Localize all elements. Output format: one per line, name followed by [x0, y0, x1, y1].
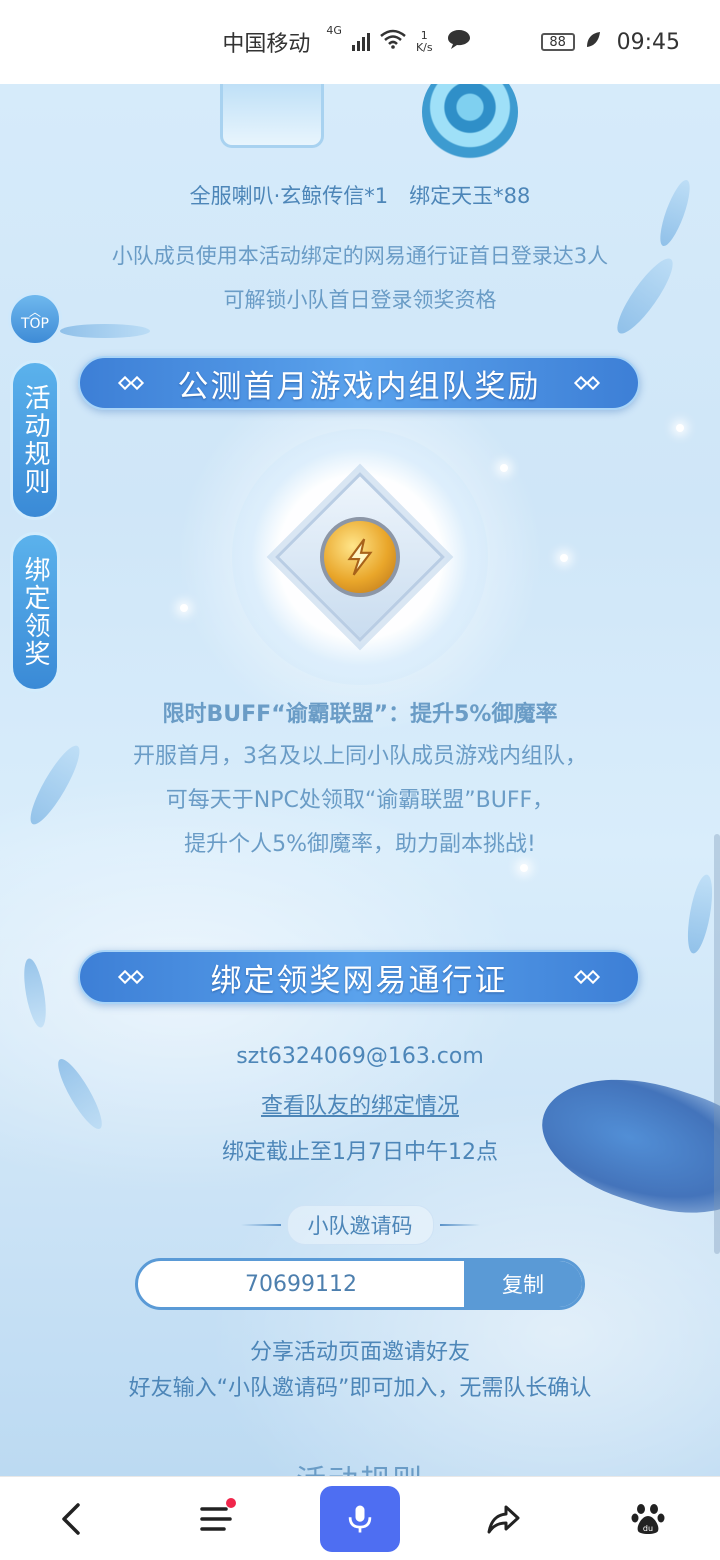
fish-decoration: [683, 872, 717, 956]
invite-code-box: 70699112 复制: [135, 1258, 585, 1310]
notification-dot: [226, 1497, 236, 1508]
diamond-ornament-icon: [572, 969, 602, 985]
network-speed: 1 K/s: [416, 30, 433, 54]
rules-section-title: 活动规则: [0, 1456, 720, 1476]
status-bar: 中国移动 4G 1 K/s 88 09:45: [0, 0, 720, 84]
team-reward-title: 公测首月游戏内组队奖励: [177, 368, 541, 405]
fish-decoration: [20, 956, 50, 1030]
back-to-top-label: TOP: [20, 316, 49, 332]
reward-item-horn: [220, 84, 324, 148]
share-hint-line1: 分享活动页面邀请好友: [249, 1340, 470, 1365]
leaf-icon: [585, 30, 601, 55]
buff-desc-line2: 可每天于NPC处领取“谕霸联盟”BUFF，: [165, 788, 555, 813]
svg-text:du: du: [643, 1524, 653, 1533]
sparkle-decoration: [560, 554, 568, 562]
buff-desc-line1: 开服首月，3名及以上同小队成员游戏内组队，: [133, 744, 587, 769]
buff-title: 限时BUFF“谕霸联盟”：提升5%御魔率: [162, 702, 558, 727]
sparkle-decoration: [500, 464, 508, 472]
unlock-condition-line1: 小队成员使用本活动绑定的网易通行证首日登录达3人: [111, 244, 609, 268]
sparkle-decoration: [180, 604, 188, 612]
bind-reward-side-tab[interactable]: 绑定领奖: [10, 532, 60, 692]
clock: 09:45: [616, 29, 680, 55]
rules-side-tab[interactable]: 活动规则: [10, 360, 60, 520]
ornament-line: [240, 1224, 281, 1226]
buff-desc-line3: 提升个人5%御魔率，助力副本挑战!: [184, 832, 536, 857]
share-hint-line2: 好友输入“小队邀请码”即可加入，无需队长确认: [128, 1376, 592, 1401]
scrollbar[interactable]: [714, 834, 720, 1254]
invite-code-label: 小队邀请码: [286, 1205, 434, 1245]
diamond-ornament-icon: [116, 375, 146, 391]
back-icon: [62, 1502, 80, 1535]
view-teammates-link-row: 查看队友的绑定情况: [0, 1088, 720, 1120]
copy-button[interactable]: 复制: [464, 1261, 582, 1307]
microphone-icon: [320, 1485, 400, 1552]
baidu-home-button[interactable]: du: [608, 1484, 688, 1554]
invite-code-header: 小队邀请码: [230, 1205, 490, 1245]
invite-code-value[interactable]: 70699112: [138, 1261, 464, 1307]
speed-unit: K/s: [415, 41, 433, 54]
menu-button[interactable]: [176, 1484, 256, 1554]
sparkle-decoration: [676, 424, 684, 432]
voice-search-button[interactable]: [320, 1484, 400, 1554]
reward-item-jade: [422, 84, 518, 160]
back-button[interactable]: [32, 1484, 112, 1554]
chat-bubble-icon: [447, 28, 471, 56]
team-reward-banner: 公测首月游戏内组队奖励: [78, 356, 640, 410]
view-teammates-link[interactable]: 查看队友的绑定情况: [261, 1094, 459, 1119]
ornament-line: [439, 1224, 480, 1226]
bind-account-title: 绑定领奖网易通行证: [210, 962, 508, 999]
diamond-ornament-icon: [116, 969, 146, 985]
reward-list: 全服喇叭·玄鲸传信*1 绑定天玉*88: [189, 184, 531, 208]
diamond-ornament-icon: [572, 375, 602, 391]
bind-deadline: 绑定截止至1月7日中午12点: [222, 1140, 498, 1165]
share-button[interactable]: [464, 1484, 544, 1554]
wifi-icon: [380, 29, 406, 55]
back-to-top-button[interactable]: ︿ TOP: [8, 292, 62, 346]
browser-bottom-nav: du: [0, 1476, 720, 1560]
share-icon: [487, 1505, 520, 1533]
sparkle-decoration: [520, 864, 528, 872]
lightning-buff-icon: [320, 517, 400, 597]
activity-page[interactable]: 全服喇叭·玄鲸传信*1 绑定天玉*88 小队成员使用本活动绑定的网易通行证首日登…: [0, 84, 720, 1476]
signal-icon: [351, 33, 370, 51]
bind-account-banner: 绑定领奖网易通行证: [78, 950, 640, 1004]
bound-email: szt6324069@163.com: [236, 1044, 484, 1069]
baidu-paw-icon: du: [631, 1503, 665, 1534]
battery-icon: 88: [540, 33, 575, 51]
battery-level: 88: [549, 34, 566, 50]
network-type: 4G: [326, 24, 342, 37]
unlock-condition-line2: 可解锁小队首日登录领奖资格: [223, 288, 497, 312]
fish-decoration: [60, 324, 150, 338]
carrier-name: 中国移动: [222, 32, 311, 57]
